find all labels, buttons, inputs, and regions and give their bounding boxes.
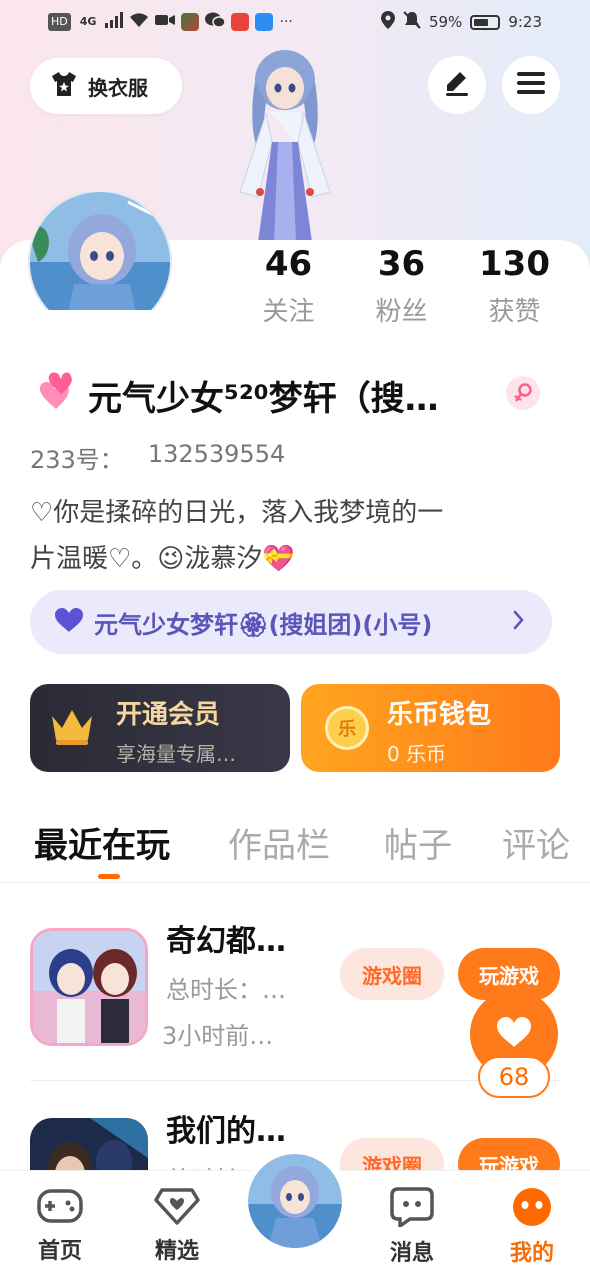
name-row: 元气少女⁵²⁰梦轩（搜… <box>30 370 570 420</box>
nav-me-label: 我的 <box>509 1241 554 1266</box>
gamepad-icon <box>37 1189 83 1229</box>
stats-row: 46 关注 36 粉丝 130 获赞 <box>232 242 572 332</box>
tab-comments[interactable]: 评论 <box>502 818 570 867</box>
face-icon <box>510 1188 554 1231</box>
huawei-app-icon <box>231 13 250 31</box>
vip-membership-card[interactable]: 开通会员 享海量专属… <box>30 684 290 772</box>
nav-home[interactable]: 首页 <box>20 1187 100 1265</box>
wifi-icon <box>129 12 149 32</box>
likes-label: 获赞 <box>488 297 541 327</box>
nav-messages[interactable]: 消息 <box>372 1187 452 1267</box>
clock: 9:23 <box>508 13 542 31</box>
tab-recently-played[interactable]: 最近在玩 <box>34 818 170 867</box>
video-icon <box>155 13 176 31</box>
vip-title: 开通会员 <box>116 700 221 730</box>
stat-followers[interactable]: 36 粉丝 <box>345 242 458 332</box>
menu-icon <box>516 70 546 100</box>
coin-icon: 乐 <box>325 706 369 750</box>
app-notification-icon <box>181 13 200 31</box>
profile-name: 元气少女⁵²⁰梦轩（搜… <box>88 378 439 419</box>
hd-indicator: HD <box>48 13 71 31</box>
game-playtime: 总时长：… <box>166 976 286 1004</box>
stat-likes[interactable]: 130 获赞 <box>458 242 571 332</box>
signal-icon <box>105 12 124 32</box>
like-count: 68 <box>478 1056 550 1098</box>
crown-icon <box>50 706 94 750</box>
nav-center-avatar[interactable] <box>242 1148 348 1254</box>
tab-works[interactable]: 作品栏 <box>228 818 330 867</box>
wechat-icon <box>205 11 227 33</box>
vip-subtitle: 享海量专属… <box>116 742 236 766</box>
uid-row[interactable]: 233号： 132539554 <box>30 440 285 475</box>
location-icon <box>380 11 395 33</box>
search-app-icon <box>255 13 274 31</box>
tabs-divider <box>0 882 590 883</box>
nav-featured-label: 精选 <box>154 1239 199 1264</box>
chat-bubble-icon <box>390 1187 434 1231</box>
uid-label: 233号： <box>30 446 124 474</box>
wallet-title: 乐币钱包 <box>387 700 492 730</box>
pen-icon <box>442 68 472 102</box>
profile-bio: ♡你是揉碎的日光，落入我梦境的一 片温暖♡。😉泷慕汐💝 <box>30 490 560 582</box>
tab-posts[interactable]: 帖子 <box>384 818 452 867</box>
wallet-balance: 0 乐币 <box>387 742 447 766</box>
followers-label: 粉丝 <box>375 297 428 327</box>
game-last-played: 3小时前… <box>162 1022 274 1050</box>
avatar-3d-character[interactable] <box>200 42 370 242</box>
game-title: 我们的… <box>166 1114 286 1149</box>
nav-messages-label: 消息 <box>389 1241 434 1266</box>
likes-count: 130 <box>479 244 550 284</box>
hearts-icon <box>30 369 82 421</box>
profile-avatar[interactable] <box>28 190 176 334</box>
diamond-heart-icon <box>154 1188 200 1229</box>
battery-percent: 59% <box>428 13 463 31</box>
female-gender-icon <box>506 376 540 410</box>
heart-icon <box>54 607 84 637</box>
change-outfit-label: 换衣服 <box>88 75 148 100</box>
bio-line-2: 片温暖♡。😉泷慕汐💝 <box>30 544 295 574</box>
mute-icon <box>403 11 421 33</box>
edit-profile-button[interactable] <box>428 56 486 114</box>
more-notifications-icon: ··· <box>279 14 293 30</box>
uid-value: 132539554 <box>147 440 286 468</box>
tshirt-icon <box>50 71 78 101</box>
nav-featured[interactable]: 精选 <box>137 1187 217 1265</box>
group-link[interactable]: 元气少女梦轩🏵(搜姐团)(小号) <box>30 590 552 654</box>
change-outfit-button[interactable]: 换衣服 <box>30 58 182 114</box>
nav-me[interactable]: 我的 <box>492 1187 572 1267</box>
game-title: 奇幻都… <box>166 924 286 959</box>
chevron-right-icon <box>512 608 526 636</box>
followers-count: 36 <box>377 244 426 284</box>
game-circle-button[interactable]: 游戏圈 <box>340 948 444 1000</box>
status-bar: HD 4G ··· 59% 9:23 <box>0 0 590 42</box>
group-name: 元气少女梦轩🏵(搜姐团)(小号) <box>94 610 433 639</box>
menu-button[interactable] <box>502 56 560 114</box>
bio-line-1: ♡你是揉碎的日光，落入我梦境的一 <box>30 498 444 528</box>
battery-icon <box>470 14 501 30</box>
following-count: 46 <box>264 244 313 284</box>
following-label: 关注 <box>262 297 315 327</box>
stat-following[interactable]: 46 关注 <box>232 242 345 332</box>
game-thumbnail[interactable] <box>30 928 148 1046</box>
content-tabs: 最近在玩 作品栏 帖子 评论 <box>0 810 590 882</box>
wallet-card[interactable]: 乐 乐币钱包 0 乐币 <box>301 684 560 772</box>
heart-icon <box>496 1016 532 1052</box>
nav-home-label: 首页 <box>37 1239 82 1264</box>
active-tab-indicator <box>98 874 120 879</box>
network-indicator: 4G <box>79 15 97 28</box>
